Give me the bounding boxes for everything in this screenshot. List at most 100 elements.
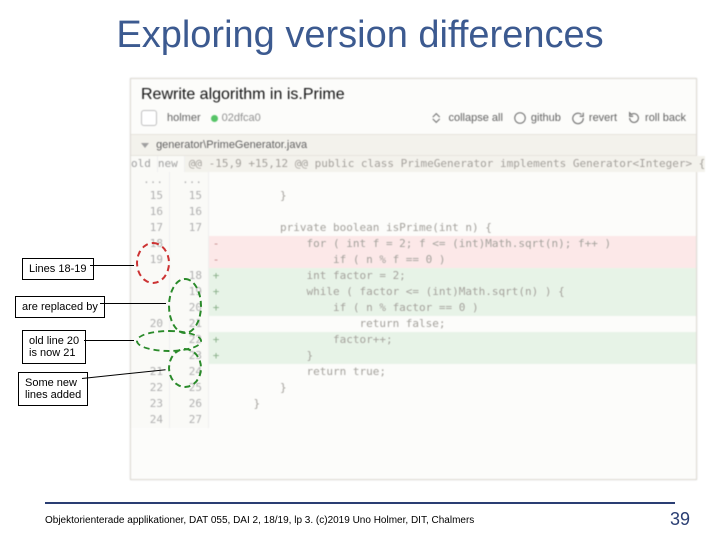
line-old: 22 xyxy=(131,380,170,396)
line-sign: + xyxy=(209,268,223,284)
line-new: 25 xyxy=(170,380,209,396)
line-old xyxy=(131,332,170,348)
callout-2-pointer xyxy=(100,303,166,304)
line-old: 20 xyxy=(131,316,170,332)
line-new xyxy=(170,236,209,252)
callout-new-lines: Some new lines added xyxy=(18,372,88,406)
revert-label: revert xyxy=(589,112,617,124)
diff-row: 18 - for ( int f = 2; f <= (int)Math.sqrt… xyxy=(131,236,696,252)
line-new: 15 xyxy=(170,188,209,204)
commit-message: Rewrite algorithm in is.Prime xyxy=(131,79,696,108)
line-code: } xyxy=(223,396,696,412)
line-code: for ( int f = 2; f <= (int)Math.sqrt(n);… xyxy=(223,236,696,252)
line-new: 19 xyxy=(170,284,209,300)
col-header-old: old xyxy=(131,156,158,172)
line-new: 21 xyxy=(170,316,209,332)
diff-row: 23+ } xyxy=(131,348,696,364)
line-old: 19 xyxy=(131,252,170,268)
collapse-icon xyxy=(431,111,445,125)
line-old: 24 xyxy=(131,412,170,428)
slide: Exploring version differences Rewrite al… xyxy=(0,0,720,540)
line-old: 17 xyxy=(131,220,170,236)
line-old xyxy=(131,284,170,300)
line-code: return false; xyxy=(223,316,696,332)
callout-1-pointer xyxy=(90,265,134,266)
rollback-button[interactable]: roll back xyxy=(627,111,686,125)
diff-header-row: old new @@ -15,9 +15,12 @@ public class … xyxy=(131,156,696,172)
line-new: 20 xyxy=(170,300,209,316)
collapse-all-button[interactable]: collapse all xyxy=(431,111,503,125)
line-old xyxy=(131,348,170,364)
diff-row: 2427 xyxy=(131,412,696,428)
line-new: 18 xyxy=(170,268,209,284)
line-sign xyxy=(209,204,223,220)
diff-grid: old new @@ -15,9 +15,12 @@ public class … xyxy=(131,156,696,428)
line-sign: + xyxy=(209,300,223,316)
line-sign xyxy=(209,364,223,380)
commit-dot-icon xyxy=(211,115,218,122)
github-button[interactable]: github xyxy=(513,111,561,125)
diff-row: 22+ factor++; xyxy=(131,332,696,348)
author-name: holmer xyxy=(167,112,201,124)
callout-replaced-by: are replaced by xyxy=(15,296,105,318)
line-code xyxy=(223,172,696,188)
github-label: github xyxy=(531,112,561,124)
line-code: factor++; xyxy=(223,332,696,348)
line-new: 17 xyxy=(170,220,209,236)
line-sign xyxy=(209,396,223,412)
line-code: } xyxy=(223,348,696,364)
line-sign xyxy=(209,380,223,396)
line-sign: - xyxy=(209,252,223,268)
line-sign xyxy=(209,412,223,428)
footer-text: Objektorienterade applikationer, DAT 055… xyxy=(45,515,474,526)
line-new: 23 xyxy=(170,348,209,364)
diff-row: 1515 } xyxy=(131,188,696,204)
line-code xyxy=(223,412,696,428)
line-new: ... xyxy=(170,172,209,188)
diff-row: 2326 } xyxy=(131,396,696,412)
callout-3-pointer xyxy=(84,340,134,341)
file-path: generator\PrimeGenerator.java xyxy=(156,139,307,151)
github-avatar-icon xyxy=(141,110,157,126)
line-new xyxy=(170,252,209,268)
line-old: ... xyxy=(131,172,170,188)
line-code: } xyxy=(223,188,696,204)
line-sign: + xyxy=(209,284,223,300)
revert-button[interactable]: revert xyxy=(571,111,617,125)
col-header-new: new xyxy=(158,156,185,172)
hunk-header: @@ -15,9 +15,12 @@ public class PrimeGen… xyxy=(185,156,706,172)
line-sign: + xyxy=(209,348,223,364)
line-new: 26 xyxy=(170,396,209,412)
line-code: if ( n % f == 0 ) xyxy=(223,252,696,268)
line-code: private boolean isPrime(int n) { xyxy=(223,220,696,236)
commit-hash-text: 02dfca0 xyxy=(222,112,261,124)
diff-row: 2124 return true; xyxy=(131,364,696,380)
github-icon xyxy=(513,111,527,125)
diff-row: 1717 private boolean isPrime(int n) { xyxy=(131,220,696,236)
diff-row: 1616 xyxy=(131,204,696,220)
line-old: 18 xyxy=(131,236,170,252)
line-code: if ( n % factor == 0 ) xyxy=(223,300,696,316)
file-bar[interactable]: generator\PrimeGenerator.java xyxy=(131,135,696,156)
revert-icon xyxy=(571,111,585,125)
diff-row: 2225 } xyxy=(131,380,696,396)
collapse-all-label: collapse all xyxy=(449,112,503,124)
page-number: 39 xyxy=(670,509,690,530)
diff-row: ...... xyxy=(131,172,696,188)
line-new: 22 xyxy=(170,332,209,348)
line-new: 16 xyxy=(170,204,209,220)
footer-rule xyxy=(45,502,675,504)
line-code: return true; xyxy=(223,364,696,380)
line-sign xyxy=(209,220,223,236)
diff-row: 19+ while ( factor <= (int)Math.sqrt(n) … xyxy=(131,284,696,300)
line-code xyxy=(223,204,696,220)
line-code: while ( factor <= (int)Math.sqrt(n) ) { xyxy=(223,284,696,300)
diff-row: 19 - if ( n % f == 0 ) xyxy=(131,252,696,268)
line-old: 16 xyxy=(131,204,170,220)
diff-row: 20+ if ( n % factor == 0 ) xyxy=(131,300,696,316)
line-old xyxy=(131,268,170,284)
diff-row: 18+ int factor = 2; xyxy=(131,268,696,284)
line-sign: - xyxy=(209,236,223,252)
line-sign: + xyxy=(209,332,223,348)
slide-title: Exploring version differences xyxy=(0,0,720,57)
